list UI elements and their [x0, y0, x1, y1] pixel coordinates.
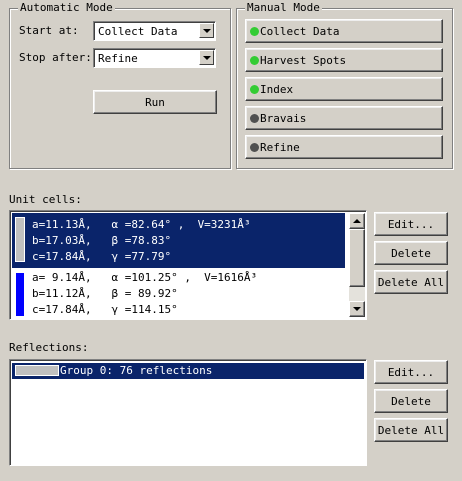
bravais-button[interactable]: Bravais	[245, 106, 443, 130]
collect-data-button[interactable]: Collect Data	[245, 19, 443, 43]
unit-cells-scrollbar[interactable]	[349, 213, 365, 317]
unit-cell-item[interactable]: a=11.13Å, α =82.64° , V=3231Å³ b=17.03Å,…	[12, 213, 345, 268]
cell-color-swatch	[15, 217, 25, 262]
chevron-down-icon	[203, 29, 211, 33]
reflection-group-label: Group 0: 76 reflections	[60, 364, 213, 377]
unit-cells-label: Unit cells:	[9, 193, 82, 206]
bravais-label: Bravais	[260, 111, 307, 125]
unit-cell-item[interactable]: a= 9.14Å, α =101.25° , V=1616Å³ b=11.12Å…	[12, 268, 345, 323]
manual-mode-title: Manual Mode	[245, 1, 322, 15]
start-at-select[interactable]: Collect Data	[93, 21, 216, 41]
unit-cells-delete-all-button[interactable]: Delete All	[374, 270, 448, 294]
unit-cells-list[interactable]: a=11.13Å, α =82.64° , V=3231Å³ b=17.03Å,…	[9, 210, 367, 320]
status-dot-icon	[250, 142, 259, 152]
cell-c-line: c=17.84Å, γ =77.79°	[32, 250, 172, 263]
stop-after-select[interactable]: Refine	[93, 48, 216, 68]
start-at-value: Collect Data	[98, 25, 178, 38]
cell-b-line: b=17.03Å, β =78.83°	[32, 234, 172, 247]
harvest-spots-button[interactable]: Harvest Spots	[245, 48, 443, 72]
refine-button[interactable]: Refine	[245, 135, 443, 159]
scroll-up-button[interactable]	[349, 213, 365, 229]
scroll-thumb[interactable]	[349, 229, 365, 287]
index-label: Index	[260, 82, 294, 96]
reflections-list[interactable]: Group 0: 76 reflections	[9, 359, 367, 466]
unit-cells-delete-button[interactable]: Delete	[374, 241, 448, 265]
index-button[interactable]: Index	[245, 77, 443, 101]
reflections-delete-button[interactable]: Delete	[374, 389, 448, 413]
cell-color-swatch	[15, 272, 25, 317]
stop-after-value: Refine	[98, 52, 138, 65]
refine-label: Refine	[260, 140, 300, 154]
collect-data-label: Collect Data	[260, 24, 340, 38]
cell-c-line: c=17.84Å, γ =114.15°	[32, 303, 178, 316]
chevron-down-icon	[353, 307, 361, 311]
reflection-group-item[interactable]: Group 0: 76 reflections	[12, 363, 364, 379]
status-dot-icon	[250, 55, 259, 65]
chevron-down-icon	[203, 56, 211, 60]
reflections-label: Reflections:	[9, 341, 89, 354]
scroll-down-button[interactable]	[349, 301, 365, 317]
cell-b-line: b=11.12Å, β = 89.92°	[32, 287, 178, 300]
stop-after-dropdown-button[interactable]	[199, 50, 214, 65]
reflections-delete-all-button[interactable]: Delete All	[374, 418, 448, 442]
start-at-dropdown-button[interactable]	[199, 23, 214, 38]
automatic-mode-title: Automatic Mode	[18, 1, 115, 15]
reflections-edit-button[interactable]: Edit...	[374, 360, 448, 384]
unit-cells-edit-button[interactable]: Edit...	[374, 212, 448, 236]
cell-a-line: a= 9.14Å, α =101.25° , V=1616Å³	[32, 271, 258, 284]
run-button[interactable]: Run	[93, 90, 217, 114]
chevron-up-icon	[353, 219, 361, 223]
stop-after-label: Stop after:	[19, 51, 92, 64]
start-at-label: Start at:	[19, 24, 79, 37]
status-dot-icon	[250, 113, 259, 123]
status-dot-icon	[250, 84, 259, 94]
cell-a-line: a=11.13Å, α =82.64° , V=3231Å³	[32, 218, 251, 231]
reflection-color-swatch	[15, 365, 59, 376]
status-dot-icon	[250, 26, 259, 36]
harvest-spots-label: Harvest Spots	[260, 53, 347, 67]
